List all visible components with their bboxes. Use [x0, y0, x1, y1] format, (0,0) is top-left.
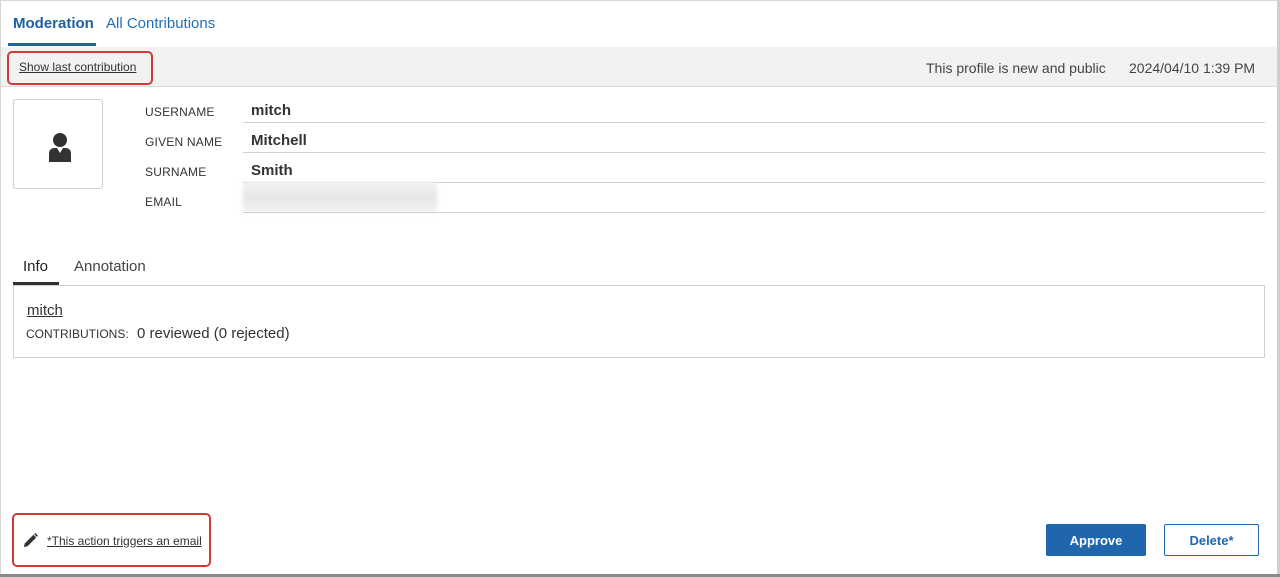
field-divider: [243, 212, 1265, 213]
surname-value: Smith: [251, 162, 293, 179]
approve-button[interactable]: Approve: [1046, 524, 1146, 556]
active-tab-indicator: [8, 43, 96, 46]
email-label: EMAIL: [145, 195, 183, 209]
tab-annotation[interactable]: Annotation: [74, 258, 146, 275]
field-divider: [243, 122, 1265, 123]
tab-info[interactable]: Info: [23, 258, 48, 275]
username-label: USERNAME: [145, 105, 215, 119]
username-link[interactable]: mitch: [27, 302, 63, 319]
surname-label: SURNAME: [145, 165, 207, 179]
given-name-value: Mitchell: [251, 132, 307, 149]
tab-all-contributions[interactable]: All Contributions: [106, 15, 215, 32]
info-panel: mitch CONTRIBUTIONS: 0 reviewed (0 rejec…: [13, 285, 1265, 358]
pencil-icon: [24, 533, 38, 547]
contributions-label: CONTRIBUTIONS:: [26, 327, 129, 341]
avatar: [13, 99, 103, 189]
profile-timestamp: 2024/04/10 1:39 PM: [1129, 60, 1256, 76]
tab-moderation[interactable]: Moderation: [13, 15, 94, 32]
delete-button[interactable]: Delete*: [1164, 524, 1259, 556]
profile-toolbar: Show last contribution This profile is n…: [1, 47, 1277, 87]
field-divider: [243, 152, 1265, 153]
profile-status: This profile is new and public: [926, 60, 1106, 76]
top-tab-bar: Moderation All Contributions: [0, 0, 1276, 47]
user-silhouette-icon: [49, 133, 71, 162]
email-value-redacted: [243, 182, 437, 213]
username-value: mitch: [251, 102, 292, 119]
given-name-label: GIVEN NAME: [145, 135, 223, 149]
email-trigger-note[interactable]: *This action triggers an email: [47, 534, 202, 548]
contributions-value: 0 reviewed (0 rejected): [137, 325, 290, 342]
highlight-show-last-contribution: [7, 51, 153, 85]
